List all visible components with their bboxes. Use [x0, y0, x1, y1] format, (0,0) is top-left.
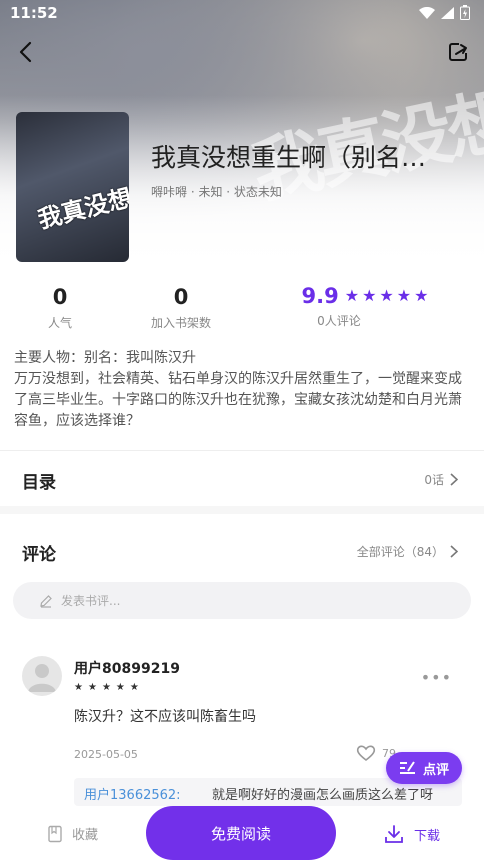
rating-stars: ★ ★ ★ ★ ★ [345, 286, 429, 306]
all-comments-label: 全部评论（84） [356, 545, 444, 559]
star-icon: ★ [74, 682, 83, 693]
share-icon[interactable] [446, 40, 470, 64]
download-label: 下载 [414, 828, 441, 844]
all-comments-link[interactable]: 全部评论（84） [357, 543, 458, 560]
heart-icon [356, 745, 376, 762]
comment-stars: ★ ★ ★ ★ ★ [74, 682, 139, 693]
divider [0, 450, 484, 451]
user-avatar-icon [28, 664, 56, 692]
rating-score: 9.9 [301, 284, 339, 308]
stat-rating: 9.9 ★ ★ ★ ★ ★ 0人评论 [290, 284, 440, 329]
toc-count-link[interactable]: 0话 [424, 471, 458, 488]
book-meta: 嘚咔嘚 · 未知 · 状态未知 [151, 185, 282, 199]
more-options-icon[interactable]: ••• [421, 668, 452, 687]
review-float-label: 点评 [422, 762, 449, 778]
back-arrow-icon[interactable] [14, 40, 38, 64]
battery-icon [460, 5, 470, 20]
popularity-label: 人气 [47, 316, 72, 330]
shelf-value: 0 [173, 285, 189, 309]
comment-input[interactable] [59, 592, 423, 609]
popularity-value: 0 [52, 285, 68, 309]
stat-popularity: 0 人气 [40, 284, 80, 331]
star-icon: ★ [414, 286, 429, 305]
avatar[interactable] [22, 656, 62, 696]
star-icon: ★ [87, 682, 97, 693]
toc-title[interactable]: 目录 [22, 468, 56, 493]
pencil-icon [40, 594, 52, 608]
review-float-button[interactable]: 点评 [386, 752, 462, 784]
signal-icon [441, 6, 454, 19]
comment-input-box[interactable] [13, 582, 471, 619]
status-bar: 11:52 [0, 0, 484, 28]
collect-button[interactable]: 收藏 [46, 824, 98, 843]
description-synopsis: 万万没想到，社会精英、钻石单身汉的陈汉升居然重生了，一觉醒来变成了高三毕业生。十… [14, 371, 462, 429]
bookmark-book-icon [48, 825, 62, 842]
star-icon: ★ [101, 682, 111, 693]
status-icons [419, 5, 470, 20]
collect-label: 收藏 [72, 828, 99, 843]
rating-label: 0人评论 [317, 314, 361, 328]
star-icon: ★ [362, 286, 377, 305]
star-icon: ★ [115, 682, 125, 693]
edit-review-icon [399, 761, 415, 774]
comment-user-name[interactable]: 用户80899219 [74, 658, 180, 678]
chevron-right-icon [450, 545, 458, 558]
reply-text: 就是啊好好的漫画怎么画质这么差了呀 [212, 788, 434, 803]
shelf-label: 加入书架数 [150, 316, 211, 330]
bottom-action-bar: 收藏 免费阅读 下载 [0, 806, 484, 860]
status-time: 11:52 [10, 4, 58, 22]
comment-text: 陈汉升？这不应该叫陈畜生吗 [74, 709, 256, 725]
book-description: 主要人物：别名：我叫陈汉升 万万没想到，社会精英、钻石单身汉的陈汉升居然重生了，… [14, 348, 470, 432]
comments-title: 评论 [22, 545, 56, 565]
download-icon [385, 825, 403, 843]
book-cover: 我真没想重生啊 [16, 112, 129, 262]
star-icon: ★ [379, 286, 394, 305]
chevron-right-icon [450, 473, 458, 486]
wifi-icon [419, 6, 435, 19]
book-cover-text: 我真没想重生啊 [35, 166, 129, 234]
comment-date: 2025-05-05 [74, 748, 138, 761]
star-icon: ★ [396, 286, 412, 305]
section-gap [0, 506, 484, 514]
reply-user[interactable]: 用户13662562: [84, 784, 181, 803]
star-icon: ★ [129, 682, 139, 693]
stat-shelf: 0 加入书架数 [141, 284, 221, 331]
description-characters: 主要人物：别名：我叫陈汉升 [14, 350, 196, 366]
free-read-button[interactable]: 免费阅读 [146, 806, 336, 860]
star-icon: ★ [344, 286, 360, 305]
download-button[interactable]: 下载 [384, 824, 440, 844]
toc-count: 0话 [424, 473, 444, 487]
book-title: 我真没想重生啊（别名：我叫陈汉升） [151, 143, 451, 172]
